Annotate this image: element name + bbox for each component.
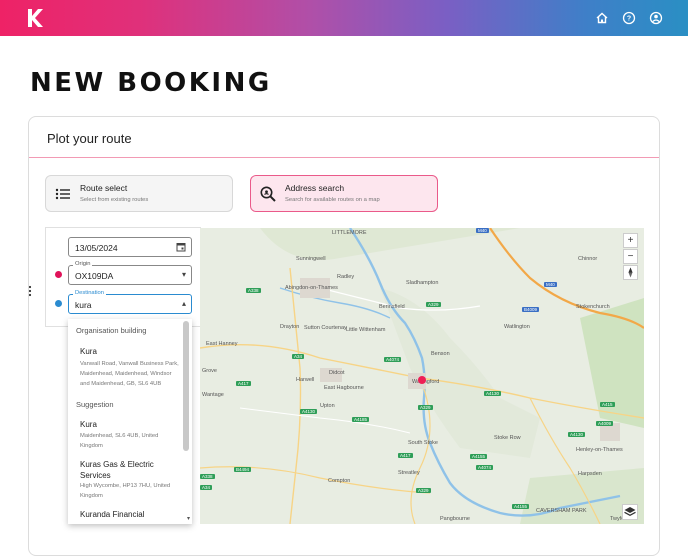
top-bar: ?: [0, 0, 688, 36]
road-label: B4494: [234, 467, 252, 472]
home-icon[interactable]: [594, 10, 610, 26]
map-place-label: South Stoke: [408, 440, 438, 446]
suggestion-name: Kuras Gas & Electric Services: [80, 460, 154, 480]
map-place-label: Pangbourne: [440, 516, 470, 522]
map-place-label: Benson: [431, 351, 450, 357]
road-label: A415: [600, 402, 615, 407]
map-place-label: Stoke Row: [494, 435, 521, 441]
map-place-label: Grove: [202, 368, 217, 374]
road-label: A329: [426, 302, 441, 307]
calendar-icon[interactable]: [176, 242, 186, 254]
map-place-label: Sunningwell: [296, 256, 326, 262]
page-title: NEW BOOKING: [30, 68, 272, 98]
road-label: A4155: [470, 454, 488, 459]
group-heading: Suggestion: [76, 400, 114, 409]
suggestion-name: Kuranda Financial: [80, 510, 145, 519]
origin-dot: [55, 271, 62, 278]
destination-label: Destination: [73, 290, 107, 296]
kura-logo[interactable]: [26, 7, 46, 29]
route-select-title: Route select: [80, 183, 128, 193]
map-place-label: Sutton Courtenay: [304, 325, 347, 331]
road-label: B4009: [522, 307, 540, 312]
map-place-label: Henley-on-Thames: [576, 447, 623, 453]
road-label: A4074: [476, 465, 494, 470]
destination-value: kura: [75, 300, 92, 310]
route-select-option[interactable]: Route select Select from existing routes: [45, 175, 233, 212]
origin-label: Origin: [73, 261, 93, 267]
suggestion-address: High Wycombe, HP13 7HU, United Kingdom: [80, 483, 171, 499]
destination-suggestions: Organisation building Kura Vanwall Road,…: [68, 319, 192, 524]
suggestion-address: Maidenhead, SL6 4UB, United Kingdom: [80, 433, 159, 449]
map-place-label: Compton: [328, 478, 351, 484]
map-place-label: Upton: [320, 403, 335, 409]
map-place-label: Sladhampton: [406, 280, 439, 286]
map-place-label: Harpsden: [578, 471, 602, 477]
address-search-option[interactable]: Address search Search for available rout…: [250, 175, 438, 212]
map-place-label: Drayton: [280, 324, 300, 330]
road-label: A4009: [596, 421, 614, 426]
map-place-label: Chinnor: [578, 256, 598, 262]
scroll-down-icon[interactable]: ▾: [187, 515, 190, 522]
origin-field[interactable]: Origin OX109DA ▾: [68, 261, 192, 285]
map-place-label: Berinsfield: [379, 304, 405, 310]
destination-field[interactable]: Destination kura ▴: [68, 290, 192, 314]
suggestion-address: Vanwall Road, Vanwall Business Park, Mai…: [80, 361, 179, 387]
road-label: A4155: [512, 504, 530, 509]
road-label: A4130: [300, 409, 318, 414]
map-place-label: LITTLEMORE: [332, 230, 367, 236]
date-field[interactable]: 13/05/2024: [68, 237, 192, 257]
road-label: A417: [398, 453, 413, 458]
road-label: A338: [246, 288, 261, 293]
road-label: A4185: [352, 417, 370, 422]
map-place-label: Didcot: [329, 370, 345, 376]
road-label: M40: [544, 282, 557, 287]
origin-value: OX109DA: [75, 271, 114, 281]
list-icon: [54, 185, 72, 203]
card-divider: [29, 157, 659, 158]
account-icon[interactable]: [648, 10, 664, 26]
suggestion-name: Kura: [80, 420, 97, 429]
destination-dot: [55, 300, 62, 307]
map-place-label: Streatley: [398, 470, 420, 476]
road-label: A417: [236, 381, 251, 386]
suggestion-name: Kura: [80, 347, 97, 356]
road-label: A338: [200, 474, 215, 479]
date-value: 13/05/2024: [75, 243, 118, 253]
map-place-label: East Hanney: [206, 341, 238, 347]
map-search-icon: [259, 185, 277, 203]
map-place-label: Abingdon-on-Thames: [285, 285, 338, 291]
road-label: M40: [476, 228, 489, 233]
map-place-label: Watlington: [504, 324, 530, 330]
road-label: A4130: [568, 432, 586, 437]
layers-icon[interactable]: [622, 504, 638, 520]
compass-icon[interactable]: [623, 265, 638, 280]
road-label: A4130: [484, 391, 502, 396]
road-label: A34: [292, 354, 305, 359]
destination-map-pin[interactable]: [418, 376, 426, 384]
map-place-label: East Hagbourne: [324, 385, 364, 391]
map-place-label: Stokenchurch: [576, 304, 610, 310]
map-place-label: Wantage: [202, 392, 224, 398]
route-select-subtitle: Select from existing routes: [80, 197, 149, 203]
road-label: A329: [416, 488, 431, 493]
address-search-title: Address search: [285, 183, 345, 193]
chevron-down-icon[interactable]: ▾: [182, 270, 186, 279]
map-place-label: CAVERSHAM PARK: [536, 508, 587, 514]
zoom-in-button[interactable]: +: [623, 233, 638, 248]
address-search-subtitle: Search for available routes on a map: [285, 197, 380, 203]
chevron-up-icon[interactable]: ▴: [182, 299, 186, 308]
zoom-out-button[interactable]: −: [623, 249, 638, 264]
road-label: A4074: [384, 357, 402, 362]
svg-text:?: ?: [627, 16, 631, 23]
road-label: A329: [418, 405, 433, 410]
dropdown-scrollbar[interactable]: [183, 321, 189, 451]
swap-menu-icon[interactable]: [28, 285, 32, 297]
map-place-label: Radley: [337, 274, 355, 280]
map-place-label: Little Wittenham: [346, 327, 386, 333]
card-title: Plot your route: [47, 131, 132, 146]
group-heading: Organisation building: [76, 326, 147, 335]
help-icon[interactable]: ?: [621, 10, 637, 26]
road-label: A34: [200, 485, 213, 490]
map-place-label: Harwell: [296, 377, 315, 383]
